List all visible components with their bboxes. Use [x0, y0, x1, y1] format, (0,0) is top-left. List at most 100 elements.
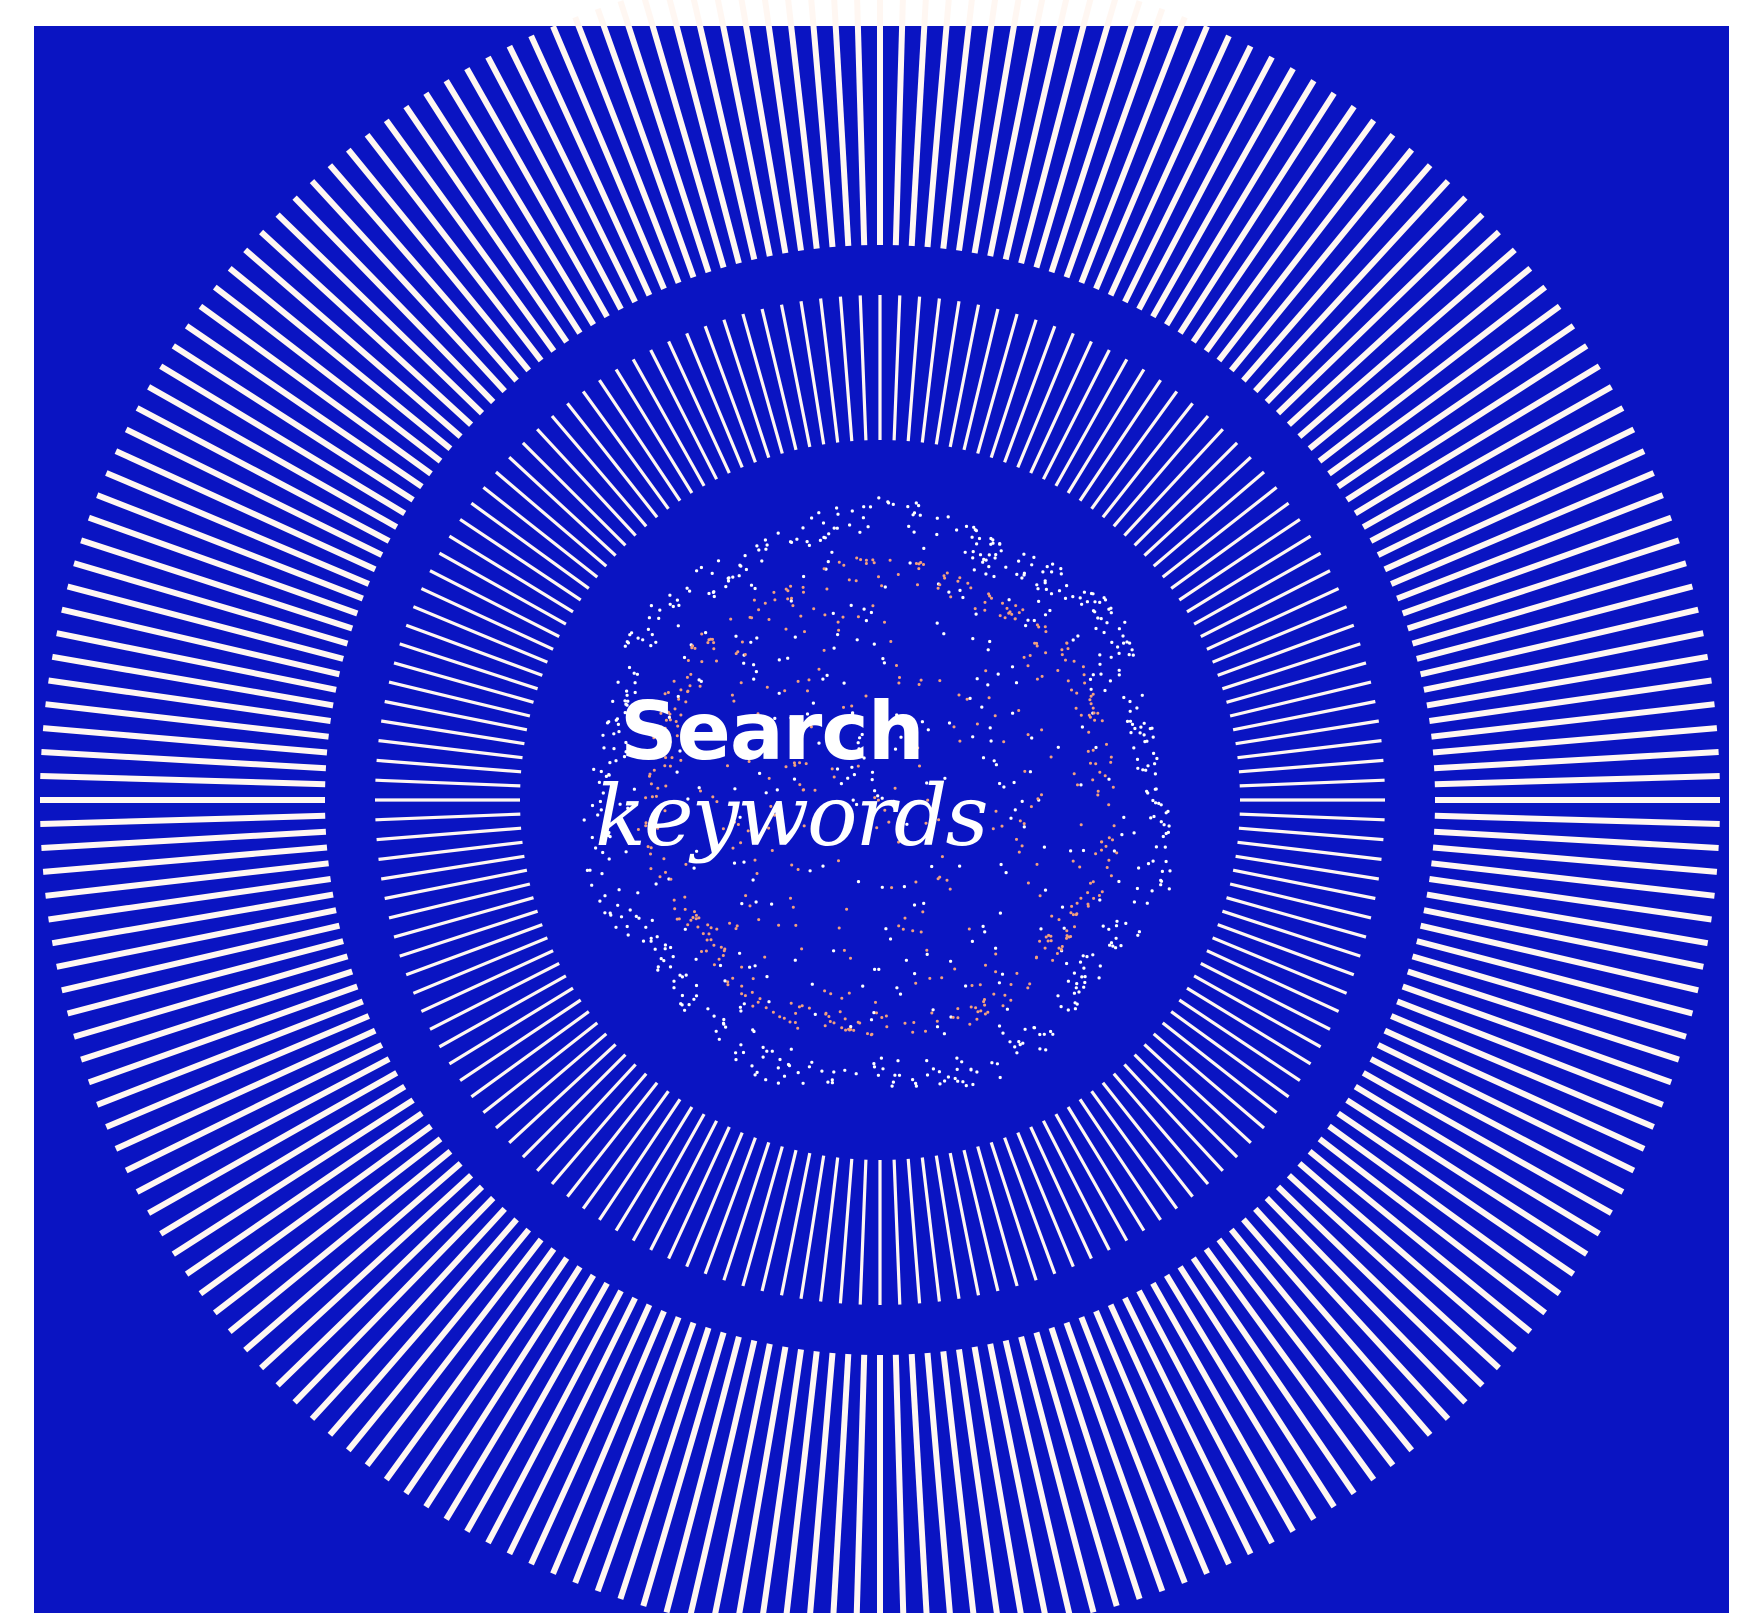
orange-dot	[694, 917, 698, 921]
orange-dot	[921, 910, 925, 914]
white-dot	[628, 908, 632, 912]
white-dot	[669, 945, 673, 950]
white-dot	[602, 746, 606, 750]
orange-dot	[978, 983, 982, 987]
white-dot	[597, 780, 602, 785]
white-dot	[668, 602, 672, 606]
orange-dot	[903, 1021, 907, 1025]
white-dot	[897, 1073, 902, 1077]
orange-dot	[1111, 785, 1115, 789]
white-dot	[626, 933, 630, 937]
orange-dot	[987, 592, 991, 596]
orange-dot	[1065, 929, 1069, 933]
orange-dot	[1086, 891, 1090, 895]
white-dot	[1107, 927, 1111, 931]
white-dot	[856, 880, 861, 884]
orange-dot	[679, 713, 683, 717]
orange-dot	[672, 679, 676, 683]
white-dot	[1043, 613, 1048, 617]
orange-dot	[1100, 848, 1103, 852]
orange-dot	[1015, 971, 1019, 975]
white-dot	[625, 693, 629, 697]
white-dot	[943, 1079, 947, 1083]
orange-dot	[701, 932, 705, 936]
white-dot	[764, 547, 768, 551]
white-dot	[994, 946, 998, 950]
orange-dot	[686, 923, 690, 927]
white-dot	[697, 786, 701, 790]
white-dot	[733, 787, 737, 791]
white-dot	[633, 690, 637, 695]
orange-dot	[993, 714, 997, 718]
white-dot	[1050, 570, 1054, 574]
orange-dot	[963, 819, 966, 823]
white-dot	[1037, 599, 1041, 604]
orange-dot	[887, 820, 891, 824]
white-dot	[1014, 681, 1019, 685]
white-dot	[1083, 975, 1087, 979]
orange-dot	[664, 870, 667, 874]
white-dot	[807, 543, 812, 548]
white-dot	[1082, 985, 1086, 989]
white-dot	[835, 506, 839, 510]
orange-dot	[945, 571, 949, 575]
orange-dot	[994, 970, 998, 974]
white-dot	[606, 833, 610, 838]
orange-dot	[1111, 838, 1114, 842]
white-dot	[717, 1037, 721, 1041]
white-dot	[612, 747, 616, 751]
white-dot	[1150, 889, 1154, 893]
white-dot	[1075, 982, 1079, 986]
orange-dot	[689, 672, 693, 676]
white-dot	[786, 656, 790, 660]
orange-dot	[656, 786, 660, 790]
white-dot	[1117, 651, 1121, 656]
white-dot	[737, 721, 741, 725]
orange-dot	[658, 875, 662, 879]
orange-dot	[767, 826, 771, 830]
white-dot	[970, 939, 975, 944]
white-dot	[761, 1055, 765, 1059]
orange-dot	[772, 590, 776, 594]
orange-dot	[674, 720, 678, 723]
white-dot	[1051, 562, 1055, 566]
white-dot	[707, 591, 711, 596]
white-dot	[911, 1078, 915, 1082]
orange-dot	[796, 679, 800, 683]
orange-dot	[740, 965, 744, 969]
orange-dot	[1043, 625, 1047, 629]
white-dot	[881, 718, 885, 722]
orange-dot	[1022, 822, 1026, 826]
white-dot	[992, 759, 996, 763]
orange-dot	[1066, 679, 1070, 683]
orange-dot	[1057, 946, 1061, 950]
orange-dot	[1096, 793, 1100, 797]
white-dot	[904, 958, 909, 962]
white-dot	[899, 735, 903, 739]
white-dot	[1077, 990, 1081, 994]
white-dot	[880, 885, 884, 889]
white-dot	[1142, 721, 1146, 725]
white-dot	[990, 1061, 994, 1065]
orange-dot	[837, 926, 841, 930]
orange-dot	[799, 614, 803, 618]
orange-dot	[707, 932, 711, 936]
white-dot	[922, 546, 926, 551]
orange-dot	[952, 725, 956, 729]
orange-dot	[896, 573, 900, 576]
white-dot	[818, 538, 823, 543]
orange-dot	[825, 587, 829, 591]
orange-dot	[1082, 673, 1086, 677]
orange-dot	[698, 684, 702, 688]
orange-dot	[782, 1016, 786, 1020]
white-dot	[754, 900, 758, 904]
white-dot	[737, 574, 741, 578]
white-dot	[843, 1068, 847, 1072]
orange-dot	[758, 997, 762, 1001]
white-dot	[647, 616, 652, 620]
orange-dot	[649, 819, 653, 823]
orange-dot	[1071, 859, 1075, 863]
white-dot	[600, 872, 604, 876]
white-dot	[801, 526, 805, 530]
orange-dot	[875, 1011, 878, 1015]
